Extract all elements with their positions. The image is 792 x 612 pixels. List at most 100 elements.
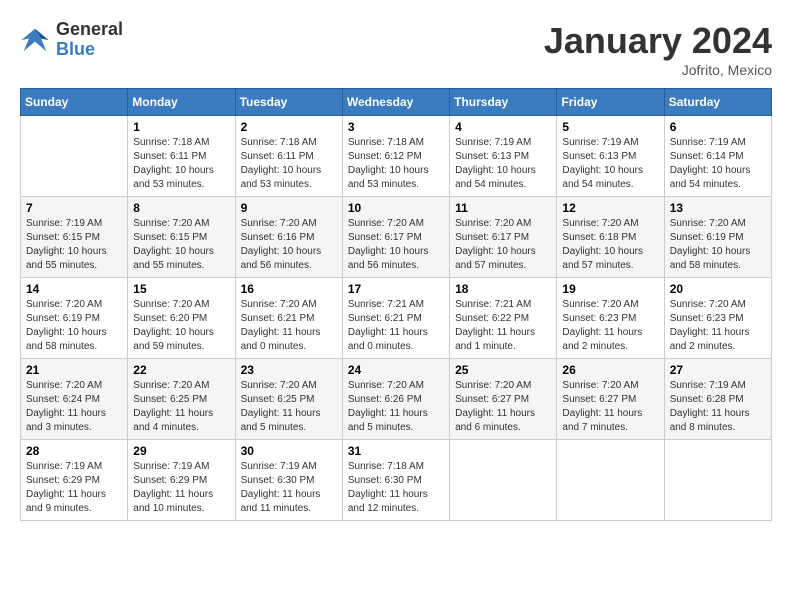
calendar-table: SundayMondayTuesdayWednesdayThursdayFrid…	[20, 88, 772, 521]
day-of-week-header: Friday	[557, 89, 664, 116]
calendar-day-cell: 17 Sunrise: 7:21 AMSunset: 6:21 PMDayligh…	[342, 278, 449, 359]
day-info: Sunrise: 7:20 AMSunset: 6:19 PMDaylight:…	[670, 217, 766, 273]
calendar-day-cell: 6Sunrise: 7:19 AMSunset: 6:14 PMDaylight…	[664, 116, 771, 197]
day-info: Sunrise: 7:18 AMSunset: 6:12 PMDaylight:…	[348, 136, 444, 192]
calendar-day-cell: 29Sunrise: 7:19 AMSunset: 6:29 PMDayligh…	[128, 440, 235, 521]
day-number: 1	[133, 120, 229, 134]
day-info: Sunrise: 7:19 AMSunset: 6:13 PMDaylight:…	[562, 136, 658, 192]
day-number: 27	[670, 363, 766, 377]
calendar-week-row: 14 Sunrise: 7:20 AMSunset: 6:19 PMDayligh…	[21, 278, 772, 359]
day-info: Sunrise: 7:18 AMSunset: 6:30 PMDaylight:…	[348, 460, 444, 516]
day-info: Sunrise: 7:20 AMSunset: 6:18 PMDaylight:…	[562, 217, 658, 273]
calendar-week-row: 28 Sunrise: 7:19 AMSunset: 6:29 PMDayligh…	[21, 440, 772, 521]
day-info: Sunrise: 7:20 AMSunset: 6:25 PMDaylight:…	[133, 379, 229, 435]
day-number: 23	[241, 363, 337, 377]
calendar-day-cell: 4Sunrise: 7:19 AMSunset: 6:13 PMDaylight…	[450, 116, 557, 197]
calendar-day-cell: 15 Sunrise: 7:20 AMSunset: 6:20 PMDayligh…	[128, 278, 235, 359]
calendar-day-cell: 8 Sunrise: 7:20 AMSunset: 6:15 PMDaylight…	[128, 197, 235, 278]
day-info: Sunrise: 7:20 AMSunset: 6:17 PMDaylight:…	[348, 217, 444, 273]
day-number: 30	[241, 444, 337, 458]
day-of-week-header: Monday	[128, 89, 235, 116]
title-area: January 2024 Jofrito, Mexico	[544, 20, 772, 78]
day-number: 28	[26, 444, 122, 458]
day-number: 17	[348, 282, 444, 296]
day-number: 6	[670, 120, 766, 134]
day-info: Sunrise: 7:20 AMSunset: 6:26 PMDaylight:…	[348, 379, 444, 435]
calendar-header-row: SundayMondayTuesdayWednesdayThursdayFrid…	[21, 89, 772, 116]
day-number: 7	[26, 201, 122, 215]
calendar-day-cell: 12 Sunrise: 7:20 AMSunset: 6:18 PMDayligh…	[557, 197, 664, 278]
calendar-day-cell: 5 Sunrise: 7:19 AMSunset: 6:13 PMDaylight…	[557, 116, 664, 197]
calendar-day-cell	[557, 440, 664, 521]
day-info: Sunrise: 7:20 AMSunset: 6:15 PMDaylight:…	[133, 217, 229, 273]
day-info: Sunrise: 7:20 AMSunset: 6:27 PMDaylight:…	[455, 379, 551, 435]
day-info: Sunrise: 7:19 AMSunset: 6:15 PMDaylight:…	[26, 217, 122, 273]
calendar-day-cell: 20Sunrise: 7:20 AMSunset: 6:23 PMDayligh…	[664, 278, 771, 359]
day-number: 11	[455, 201, 551, 215]
day-info: Sunrise: 7:20 AMSunset: 6:21 PMDaylight:…	[241, 298, 337, 354]
day-info: Sunrise: 7:20 AMSunset: 6:27 PMDaylight:…	[562, 379, 658, 435]
calendar-day-cell: 16 Sunrise: 7:20 AMSunset: 6:21 PMDayligh…	[235, 278, 342, 359]
day-number: 19	[562, 282, 658, 296]
calendar-day-cell: 24 Sunrise: 7:20 AMSunset: 6:26 PMDayligh…	[342, 359, 449, 440]
day-number: 10	[348, 201, 444, 215]
logo: General Blue	[20, 20, 123, 60]
calendar-day-cell: 26 Sunrise: 7:20 AMSunset: 6:27 PMDayligh…	[557, 359, 664, 440]
logo-blue: Blue	[56, 40, 123, 60]
day-number: 21	[26, 363, 122, 377]
day-info: Sunrise: 7:19 AMSunset: 6:28 PMDaylight:…	[670, 379, 766, 435]
day-number: 12	[562, 201, 658, 215]
day-number: 16	[241, 282, 337, 296]
calendar-week-row: 1 Sunrise: 7:18 AMSunset: 6:11 PMDaylight…	[21, 116, 772, 197]
day-info: Sunrise: 7:21 AMSunset: 6:22 PMDaylight:…	[455, 298, 551, 354]
location: Jofrito, Mexico	[544, 62, 772, 78]
day-of-week-header: Tuesday	[235, 89, 342, 116]
day-info: Sunrise: 7:20 AMSunset: 6:24 PMDaylight:…	[26, 379, 122, 435]
calendar-day-cell: 22 Sunrise: 7:20 AMSunset: 6:25 PMDayligh…	[128, 359, 235, 440]
day-info: Sunrise: 7:18 AMSunset: 6:11 PMDaylight:…	[133, 136, 229, 192]
calendar-day-cell: 30Sunrise: 7:19 AMSunset: 6:30 PMDayligh…	[235, 440, 342, 521]
day-of-week-header: Saturday	[664, 89, 771, 116]
day-info: Sunrise: 7:20 AMSunset: 6:25 PMDaylight:…	[241, 379, 337, 435]
day-number: 22	[133, 363, 229, 377]
day-info: Sunrise: 7:18 AMSunset: 6:11 PMDaylight:…	[241, 136, 337, 192]
calendar-day-cell: 2 Sunrise: 7:18 AMSunset: 6:11 PMDaylight…	[235, 116, 342, 197]
day-number: 15	[133, 282, 229, 296]
day-info: Sunrise: 7:19 AMSunset: 6:29 PMDaylight:…	[133, 460, 229, 516]
calendar-day-cell: 7 Sunrise: 7:19 AMSunset: 6:15 PMDaylight…	[21, 197, 128, 278]
calendar-day-cell: 19 Sunrise: 7:20 AMSunset: 6:23 PMDayligh…	[557, 278, 664, 359]
day-number: 18	[455, 282, 551, 296]
day-number: 3	[348, 120, 444, 134]
calendar-day-cell: 23 Sunrise: 7:20 AMSunset: 6:25 PMDayligh…	[235, 359, 342, 440]
calendar-day-cell: 21 Sunrise: 7:20 AMSunset: 6:24 PMDayligh…	[21, 359, 128, 440]
calendar-day-cell: 18 Sunrise: 7:21 AMSunset: 6:22 PMDayligh…	[450, 278, 557, 359]
day-info: Sunrise: 7:19 AMSunset: 6:13 PMDaylight:…	[455, 136, 551, 192]
calendar-day-cell: 13Sunrise: 7:20 AMSunset: 6:19 PMDayligh…	[664, 197, 771, 278]
calendar-day-cell: 28 Sunrise: 7:19 AMSunset: 6:29 PMDayligh…	[21, 440, 128, 521]
day-number: 8	[133, 201, 229, 215]
calendar-day-cell	[450, 440, 557, 521]
day-info: Sunrise: 7:19 AMSunset: 6:29 PMDaylight:…	[26, 460, 122, 516]
day-number: 20	[670, 282, 766, 296]
calendar-day-cell: 10 Sunrise: 7:20 AMSunset: 6:17 PMDayligh…	[342, 197, 449, 278]
day-number: 5	[562, 120, 658, 134]
calendar-day-cell: 25Sunrise: 7:20 AMSunset: 6:27 PMDayligh…	[450, 359, 557, 440]
calendar-week-row: 7 Sunrise: 7:19 AMSunset: 6:15 PMDaylight…	[21, 197, 772, 278]
calendar-day-cell	[664, 440, 771, 521]
calendar-day-cell: 31Sunrise: 7:18 AMSunset: 6:30 PMDayligh…	[342, 440, 449, 521]
day-info: Sunrise: 7:20 AMSunset: 6:16 PMDaylight:…	[241, 217, 337, 273]
page-header: General Blue January 2024 Jofrito, Mexic…	[20, 20, 772, 78]
day-info: Sunrise: 7:20 AMSunset: 6:19 PMDaylight:…	[26, 298, 122, 354]
day-number: 14	[26, 282, 122, 296]
calendar-week-row: 21 Sunrise: 7:20 AMSunset: 6:24 PMDayligh…	[21, 359, 772, 440]
day-info: Sunrise: 7:20 AMSunset: 6:23 PMDaylight:…	[562, 298, 658, 354]
logo-general: General	[56, 20, 123, 40]
day-number: 24	[348, 363, 444, 377]
calendar-day-cell	[21, 116, 128, 197]
day-number: 2	[241, 120, 337, 134]
calendar-day-cell: 3 Sunrise: 7:18 AMSunset: 6:12 PMDaylight…	[342, 116, 449, 197]
day-number: 26	[562, 363, 658, 377]
day-info: Sunrise: 7:20 AMSunset: 6:20 PMDaylight:…	[133, 298, 229, 354]
day-info: Sunrise: 7:21 AMSunset: 6:21 PMDaylight:…	[348, 298, 444, 354]
day-of-week-header: Wednesday	[342, 89, 449, 116]
